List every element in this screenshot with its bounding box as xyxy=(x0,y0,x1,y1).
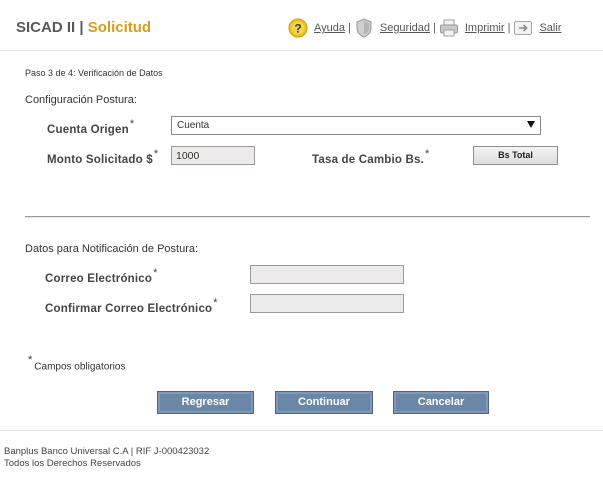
required-note-text: Campos obligatorios xyxy=(34,361,126,373)
tasa-label: Tasa de Cambio Bs.* xyxy=(312,148,430,166)
header-divider xyxy=(0,50,603,51)
required-asterisk: * xyxy=(129,118,135,130)
email-text: Correo Electrónico xyxy=(45,272,153,285)
cuenta-origen-value: Cuenta xyxy=(177,120,210,131)
top-links: ? Ayuda | Seguridad | Imprimir | Salir xyxy=(288,15,561,41)
notification-heading: Datos para Notificación de Postura: xyxy=(25,243,199,255)
security-link[interactable]: Seguridad xyxy=(380,22,430,34)
footer-divider xyxy=(0,430,603,431)
monto-label: Monto Solicitado $* xyxy=(47,148,159,166)
confirm-email-label: Confirmar Correo Electrónico* xyxy=(45,297,218,315)
footer: Banplus Banco Universal C.A | RIF J-0004… xyxy=(4,446,209,470)
required-asterisk: * xyxy=(28,354,33,366)
step-indicator: Paso 3 de 4: Verificación de Datos xyxy=(25,68,163,78)
confirm-email-text: Confirmar Correo Electrónico xyxy=(45,302,213,315)
print-link[interactable]: Imprimir xyxy=(465,22,505,34)
app-name: SICAD II xyxy=(16,19,76,36)
bs-total-button[interactable]: Bs Total xyxy=(473,146,558,165)
cuenta-origen-label: Cuenta Origen* xyxy=(47,118,135,136)
help-link[interactable]: Ayuda xyxy=(314,22,345,34)
config-heading: Configuración Postura: xyxy=(25,94,137,106)
help-icon[interactable]: ? xyxy=(288,18,308,38)
required-asterisk: * xyxy=(153,148,159,160)
section-title: Solicitud xyxy=(87,19,152,36)
title-separator: | xyxy=(79,19,84,36)
cancel-button[interactable]: Cancelar xyxy=(393,391,489,414)
confirm-email-input[interactable] xyxy=(250,294,404,313)
link-separator: | xyxy=(348,22,351,34)
cuenta-origen-text: Cuenta Origen xyxy=(47,123,129,136)
link-separator: | xyxy=(433,22,436,34)
required-note: *Campos obligatorios xyxy=(28,354,126,373)
app-title: SICAD II | Solicitud xyxy=(16,19,151,36)
link-separator: | xyxy=(507,22,511,34)
required-asterisk: * xyxy=(213,297,218,309)
monto-text: Monto Solicitado $ xyxy=(47,153,153,166)
email-label: Correo Electrónico* xyxy=(45,267,158,285)
dropdown-arrow-icon[interactable] xyxy=(527,121,535,128)
svg-text:?: ? xyxy=(294,22,301,36)
section-divider xyxy=(25,216,590,218)
continue-button[interactable]: Continuar xyxy=(275,391,373,414)
monto-input[interactable] xyxy=(171,146,255,165)
footer-rights: Todos los Derechos Reservados xyxy=(4,458,141,469)
footer-company: Banplus Banco Universal C.A | RIF J-0004… xyxy=(4,446,210,457)
tasa-text: Tasa de Cambio Bs. xyxy=(312,153,425,166)
header: SICAD II | Solicitud ? Ayuda | Seguridad… xyxy=(0,0,603,50)
email-input[interactable] xyxy=(250,265,404,284)
cuenta-origen-select[interactable]: Cuenta xyxy=(171,116,541,135)
back-button[interactable]: Regresar xyxy=(157,391,254,414)
required-asterisk: * xyxy=(425,148,430,160)
exit-icon[interactable] xyxy=(513,18,533,38)
exit-link[interactable]: Salir xyxy=(539,22,561,34)
printer-icon[interactable] xyxy=(439,18,459,38)
required-asterisk: * xyxy=(153,267,158,279)
shield-icon[interactable] xyxy=(354,18,374,38)
